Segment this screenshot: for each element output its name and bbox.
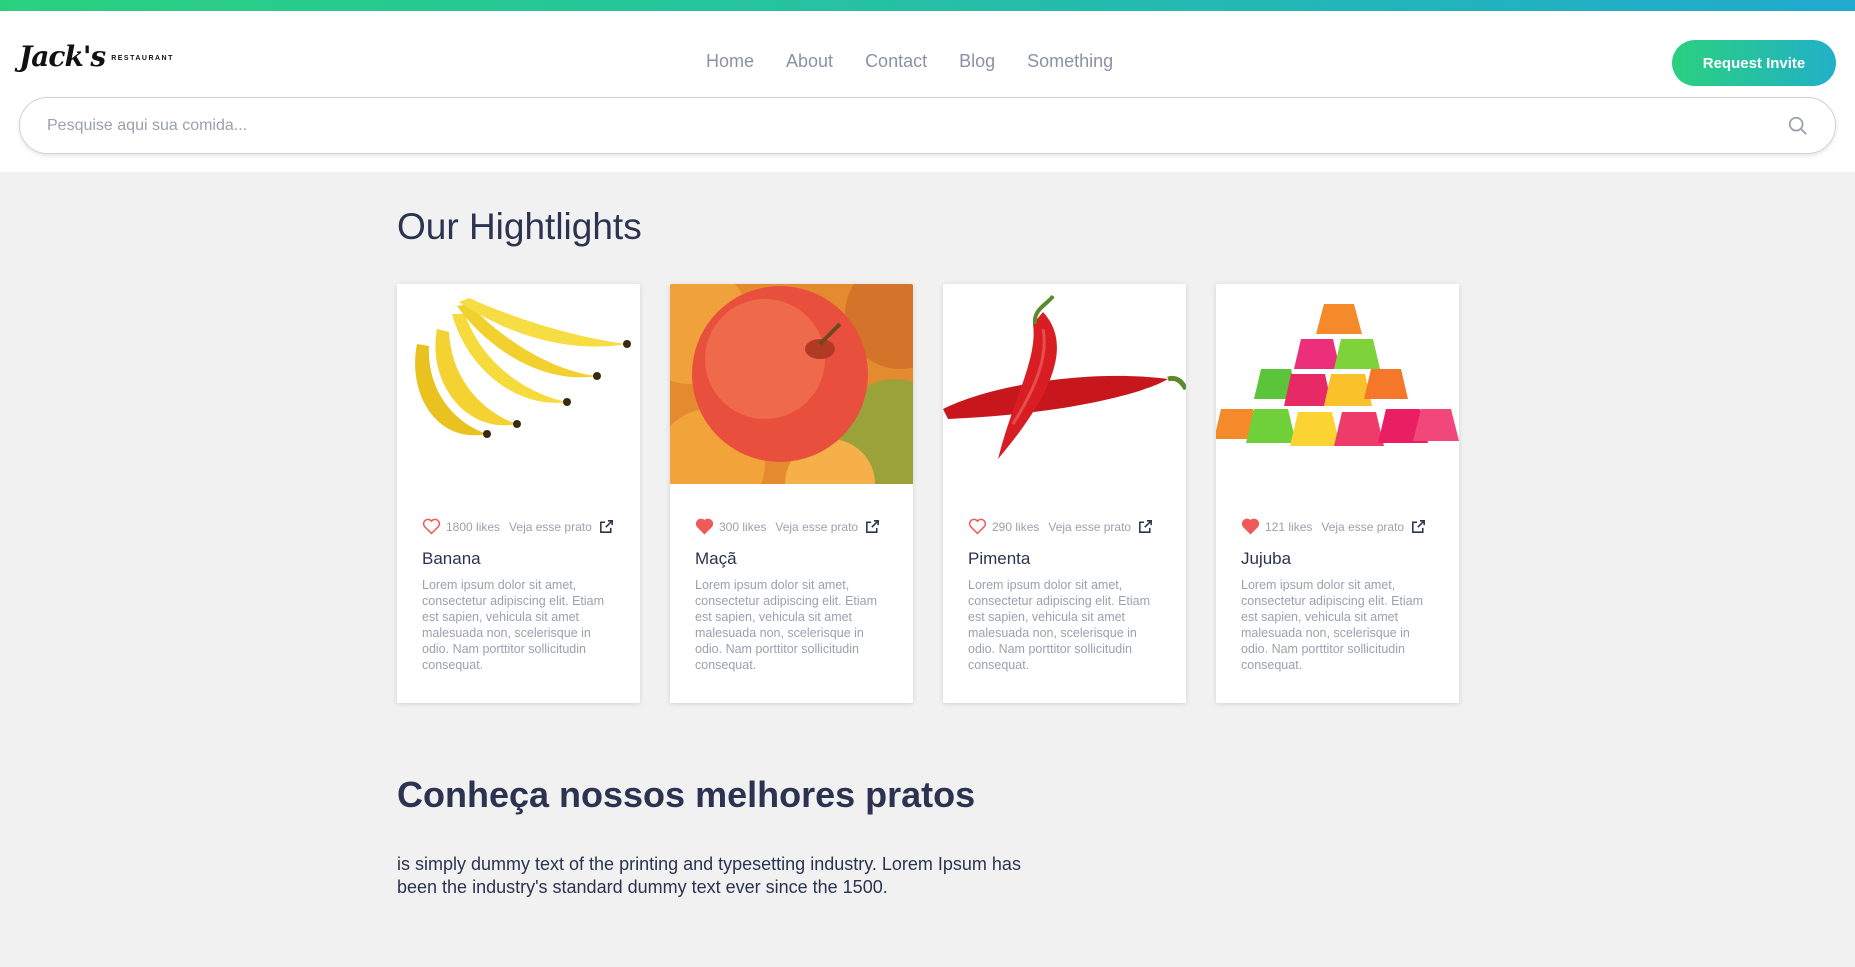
dish-image-banana: [397, 284, 640, 484]
dish-description: Lorem ipsum dolor sit amet, consectetur …: [695, 578, 878, 672]
dish-name: Pimenta: [968, 549, 1031, 568]
nav-contact[interactable]: Contact: [865, 51, 927, 72]
brand-name: Jack's: [19, 39, 106, 73]
nav-blog[interactable]: Blog: [959, 51, 995, 72]
dish-card[interactable]: 121 likes Veja esse prato Jujuba Lorem i…: [1216, 284, 1459, 703]
nav-home[interactable]: Home: [706, 51, 754, 72]
heart-icon[interactable]: [695, 518, 714, 535]
view-dish-link[interactable]: Veja esse prato: [1048, 520, 1131, 534]
site-header: Jack's RESTAURANT Home About Contact Blo…: [0, 11, 1855, 172]
dish-image-pepper: [943, 284, 1186, 484]
search-input[interactable]: [47, 98, 1747, 153]
best-dishes-title: Conheça nossos melhores pratos: [397, 774, 976, 815]
dish-description: Lorem ipsum dolor sit amet, consectetur …: [968, 578, 1151, 672]
heart-icon[interactable]: [422, 518, 441, 535]
dish-meta: 300 likes Veja esse prato: [695, 518, 881, 535]
accent-gradient-bar: [0, 0, 1855, 11]
likes-count: 290 likes: [992, 519, 1040, 534]
dish-name: Banana: [422, 549, 481, 568]
search-icon[interactable]: [1787, 115, 1809, 137]
likes-count: 1800 likes: [446, 519, 501, 534]
nav-about[interactable]: About: [786, 51, 833, 72]
view-dish-link[interactable]: Veja esse prato: [775, 520, 858, 534]
search-bar: [19, 97, 1836, 154]
external-link-icon[interactable]: [1410, 518, 1427, 535]
dish-card[interactable]: 1800 likes Veja esse prato Banana Lorem …: [397, 284, 640, 703]
dish-card[interactable]: 300 likes Veja esse prato Maçã Lorem ips…: [670, 284, 913, 703]
external-link-icon[interactable]: [864, 518, 881, 535]
dish-name: Jujuba: [1241, 549, 1292, 568]
dish-description: Lorem ipsum dolor sit amet, consectetur …: [422, 578, 605, 672]
dish-meta: 290 likes Veja esse prato: [968, 518, 1154, 535]
brand-tagline: RESTAURANT: [111, 54, 174, 62]
view-dish-link[interactable]: Veja esse prato: [509, 520, 592, 534]
dish-description: Lorem ipsum dolor sit amet, consectetur …: [1241, 578, 1424, 672]
nav-something[interactable]: Something: [1027, 51, 1113, 72]
dish-image-apple: [670, 284, 913, 484]
dish-name: Maçã: [695, 549, 737, 568]
request-invite-button[interactable]: Request Invite: [1672, 40, 1836, 86]
heart-icon[interactable]: [1241, 518, 1260, 535]
dish-meta: 1800 likes Veja esse prato: [422, 518, 615, 535]
highlights-cards: 1800 likes Veja esse prato Banana Lorem …: [397, 284, 1489, 703]
brand-logo[interactable]: Jack's RESTAURANT: [19, 34, 174, 78]
view-dish-link[interactable]: Veja esse prato: [1321, 520, 1404, 534]
best-dishes-text: is simply dummy text of the printing and…: [397, 854, 1021, 897]
dish-card[interactable]: 290 likes Veja esse prato Pimenta Lorem …: [943, 284, 1186, 703]
likes-count: 121 likes: [1265, 519, 1313, 534]
likes-count: 300 likes: [719, 519, 767, 534]
external-link-icon[interactable]: [598, 518, 615, 535]
dish-meta: 121 likes Veja esse prato: [1241, 518, 1427, 535]
heart-icon[interactable]: [968, 518, 987, 535]
highlights-title: Our Hightlights: [397, 206, 642, 247]
external-link-icon[interactable]: [1137, 518, 1154, 535]
dish-image-gummies: [1216, 284, 1459, 484]
main-nav: Home About Contact Blog Something: [706, 51, 1145, 72]
